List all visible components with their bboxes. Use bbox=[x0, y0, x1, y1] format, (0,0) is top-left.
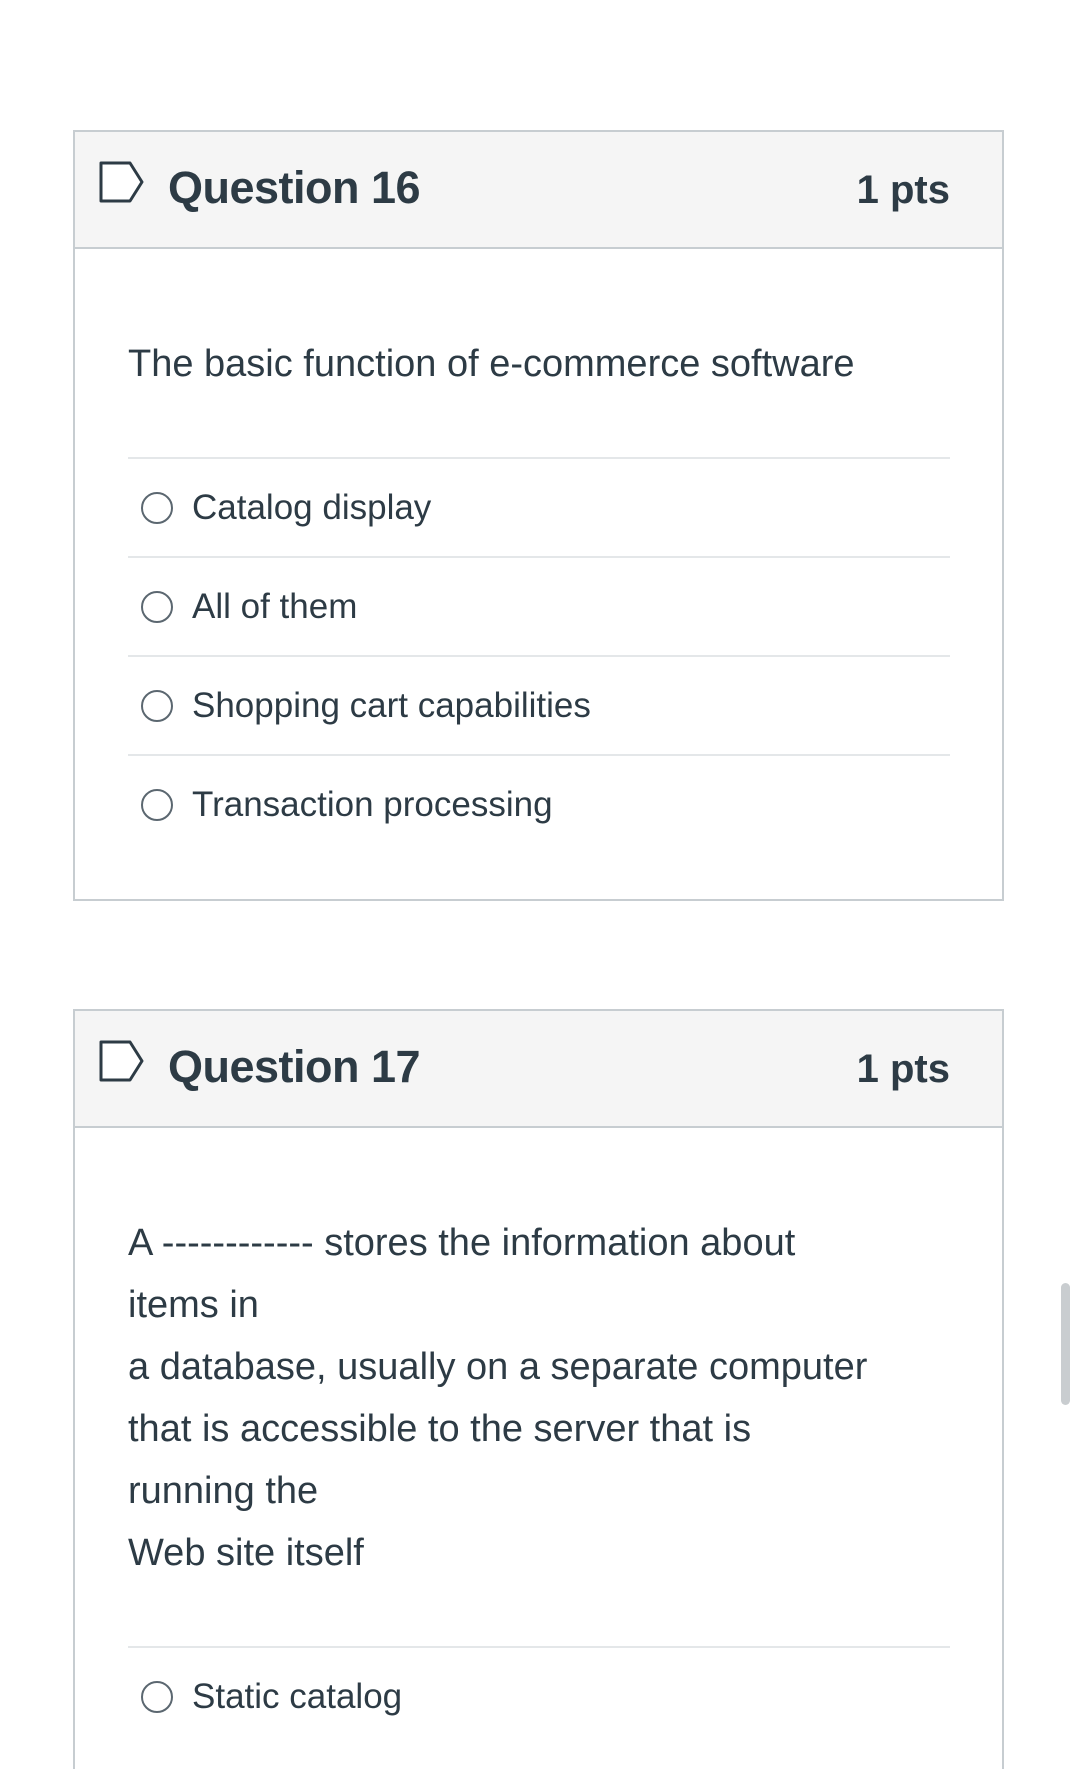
answer-list: Catalog display All of them Shopping car… bbox=[128, 457, 950, 853]
flag-question-icon[interactable] bbox=[98, 160, 146, 204]
question-points: 1 pts bbox=[856, 168, 950, 212]
answer-option[interactable]: Static catalog bbox=[128, 1648, 950, 1745]
answer-option[interactable]: Shopping cart capabilities bbox=[128, 657, 950, 756]
question-text-line: that is accessible to the server that is bbox=[128, 1408, 752, 1450]
question-title: Question 16 bbox=[168, 162, 421, 213]
question-text: The basic function of e-commerce softwar… bbox=[128, 249, 950, 457]
answer-label[interactable]: Catalog display bbox=[192, 488, 431, 528]
flag-question-icon[interactable] bbox=[98, 1039, 146, 1083]
radio-unchecked-icon[interactable] bbox=[141, 590, 173, 623]
answer-option[interactable]: Catalog display bbox=[128, 459, 950, 558]
question-text: A ------------ stores the information ab… bbox=[128, 1128, 950, 1646]
question-text-line: running the bbox=[128, 1470, 319, 1512]
scrollbar-thumb[interactable] bbox=[1061, 1283, 1070, 1405]
question-text-line: A ------------ stores the information ab… bbox=[128, 1222, 796, 1264]
radio-unchecked-icon[interactable] bbox=[141, 788, 173, 821]
question-header: Question 17 1 pts bbox=[75, 1011, 1002, 1128]
question-17-card: Question 17 1 pts A ------------ stores … bbox=[73, 1009, 1004, 1769]
answer-option[interactable]: Transaction processing bbox=[128, 756, 950, 853]
answer-option[interactable]: All of them bbox=[128, 558, 950, 657]
radio-unchecked-icon[interactable] bbox=[141, 689, 173, 722]
radio-unchecked-icon[interactable] bbox=[141, 1680, 173, 1713]
answer-label[interactable]: All of them bbox=[192, 587, 357, 627]
answer-label[interactable]: Static catalog bbox=[192, 1677, 402, 1717]
question-body: The basic function of e-commerce softwar… bbox=[75, 249, 1002, 853]
question-body: A ------------ stores the information ab… bbox=[75, 1128, 1002, 1745]
question-text-line: items in bbox=[128, 1284, 259, 1326]
question-header: Question 16 1 pts bbox=[75, 132, 1002, 249]
radio-unchecked-icon[interactable] bbox=[141, 491, 173, 524]
question-text-line: a database, usually on a separate comput… bbox=[128, 1346, 868, 1388]
answer-list: Static catalog bbox=[128, 1646, 950, 1745]
question-title: Question 17 bbox=[168, 1041, 421, 1092]
question-points: 1 pts bbox=[856, 1047, 950, 1091]
question-text-line: Web site itself bbox=[128, 1532, 364, 1574]
answer-label[interactable]: Transaction processing bbox=[192, 785, 553, 825]
question-text-line: The basic function of e-commerce softwar… bbox=[128, 343, 855, 385]
question-16-card: Question 16 1 pts The basic function of … bbox=[73, 130, 1004, 901]
answer-label[interactable]: Shopping cart capabilities bbox=[192, 686, 591, 726]
